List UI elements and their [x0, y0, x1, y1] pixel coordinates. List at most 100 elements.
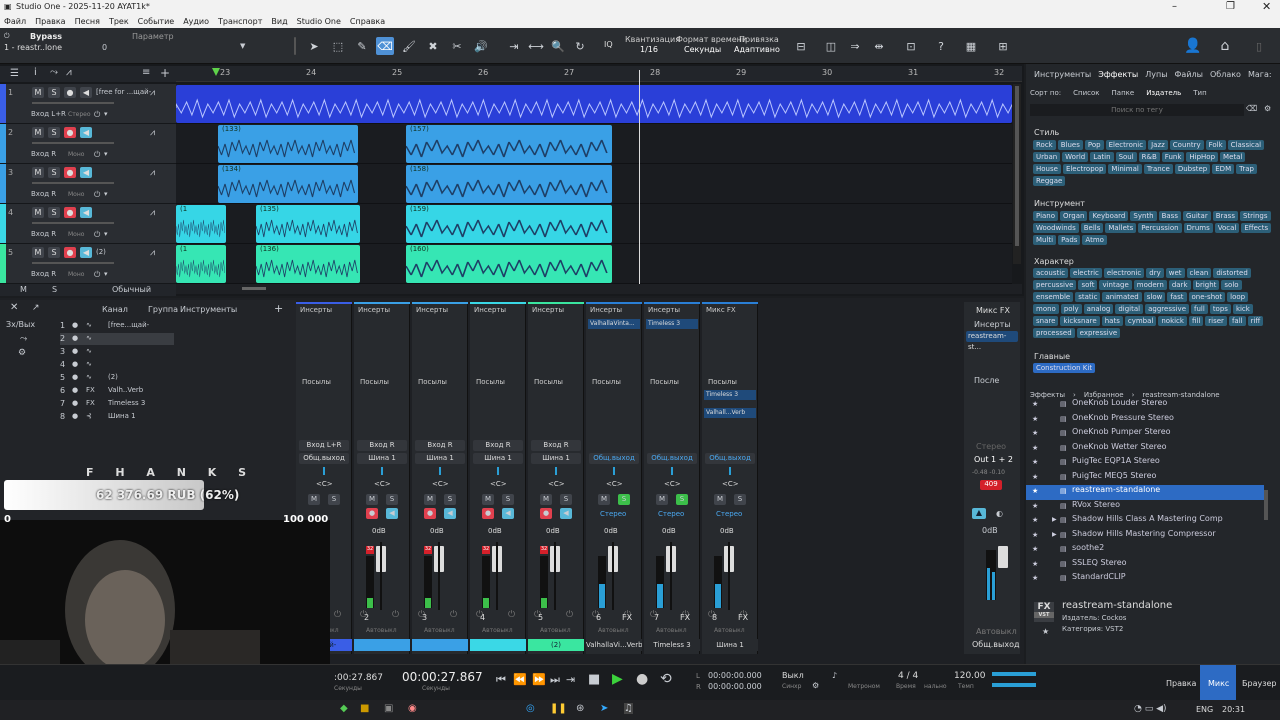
mute-button[interactable]: M: [32, 207, 44, 218]
plugin-list-item[interactable]: ★ ▤ soothe2: [1026, 543, 1264, 558]
mixer-solo-button[interactable]: S: [734, 494, 746, 505]
record-icon[interactable]: ●: [636, 671, 648, 687]
channel-list-item[interactable]: 7 ● FX Timeless 3: [60, 398, 174, 410]
solo-button[interactable]: S: [48, 247, 60, 258]
mixer-record-button[interactable]: ●: [424, 508, 436, 519]
timeformat-value[interactable]: Секунды: [684, 45, 721, 54]
track-volume-slider[interactable]: [32, 142, 114, 144]
channel-list-item[interactable]: 1 ● ∿ [free...щай-: [60, 320, 174, 332]
input-dropdown-icon[interactable]: ▾: [104, 110, 108, 118]
plugin-list-item[interactable]: ★ ▤ OneKnob Louder Stereo: [1026, 398, 1264, 413]
filter-tag[interactable]: Construction Kit: [1033, 363, 1096, 373]
vertical-scrollbar[interactable]: [1013, 84, 1021, 264]
favorite-star-icon[interactable]: ★: [1032, 516, 1038, 524]
tab-cloud[interactable]: Облако: [1210, 70, 1241, 84]
expand-arrow-icon[interactable]: ▶: [1052, 516, 1057, 523]
filter-tag[interactable]: Drums: [1183, 223, 1213, 233]
edit-view-button[interactable]: Правка: [1166, 679, 1196, 688]
sync-state[interactable]: Выкл: [782, 671, 804, 680]
master-clip-indicator[interactable]: 409: [980, 480, 1002, 490]
browse-view-button[interactable]: Браузер: [1242, 679, 1276, 688]
master-monitor-icon[interactable]: ▲: [972, 508, 986, 519]
metronome-icon[interactable]: ♪: [832, 671, 837, 680]
loop-start[interactable]: 00:00:00.000: [708, 671, 762, 680]
filter-tag[interactable]: clean: [1186, 268, 1212, 278]
filter-tag[interactable]: Bass: [1158, 211, 1181, 221]
cart-icon[interactable]: ▯: [1250, 37, 1268, 55]
peak-indicator[interactable]: 32: [540, 546, 548, 554]
favorite-star-icon[interactable]: ★: [1032, 458, 1038, 466]
grid-menu-icon[interactable]: ⊞: [994, 37, 1012, 55]
filter-tag[interactable]: mono: [1033, 304, 1059, 314]
sends-label[interactable]: Посылы: [418, 378, 447, 386]
arrow-tool-icon[interactable]: ➤: [305, 37, 323, 55]
filter-tag[interactable]: analog: [1083, 304, 1114, 314]
menu-file[interactable]: Файл: [4, 17, 26, 26]
taskbar-app5-icon[interactable]: ❚❚: [550, 703, 567, 714]
taskbar-clock[interactable]: 20:31: [1222, 705, 1245, 714]
menu-transport[interactable]: Транспорт: [218, 17, 262, 26]
plugin-list-item[interactable]: ★ ▤ RVox Stereo: [1026, 500, 1264, 515]
sends-label[interactable]: Посылы: [476, 378, 505, 386]
sends-label[interactable]: Посылы: [650, 378, 679, 386]
plugin-list-item[interactable]: ★ ▤ OneKnob Wetter Stereo: [1026, 442, 1264, 457]
follow-icon[interactable]: ↻: [571, 37, 589, 55]
filter-tag[interactable]: R&B: [1138, 152, 1160, 162]
filter-tag[interactable]: kick: [1232, 304, 1253, 314]
channel-input[interactable]: Вход R: [531, 440, 581, 451]
view-mode[interactable]: Обычный: [112, 285, 151, 294]
track-header[interactable]: 2 M S ● ◀ ⩘ Вход R Моно ⏻ ▾: [0, 124, 176, 164]
channel-list-item[interactable]: 8 ● ⊰ Шина 1: [60, 411, 174, 423]
track-header[interactable]: 3 M S ● ◀ ⩘ Вход R Моно ⏻ ▾: [0, 164, 176, 204]
minimize-icon[interactable]: –: [1172, 1, 1177, 12]
end-icon[interactable]: ⇥: [566, 673, 575, 686]
record-arm-button[interactable]: ●: [64, 247, 76, 258]
tab-files[interactable]: Файлы: [1175, 70, 1203, 84]
solo-button[interactable]: S: [48, 87, 60, 98]
filter-tag[interactable]: Blues: [1057, 140, 1083, 150]
channel-power-icon-2[interactable]: ⏻: [450, 610, 457, 620]
snap-grid-icon[interactable]: ⊟: [792, 37, 810, 55]
close-panel-icon[interactable]: ✕: [10, 302, 18, 313]
plugin-list-item[interactable]: ★ ▶ ▤ Shadow Hills Mastering Compressor: [1026, 529, 1264, 544]
track-lane[interactable]: (133) (157): [176, 124, 1012, 164]
track-mode[interactable]: Моно: [68, 191, 84, 198]
channel-name-label[interactable]: [412, 639, 468, 651]
filter-tag[interactable]: percussive: [1033, 280, 1077, 290]
track-mode[interactable]: Стерео: [68, 111, 91, 118]
track-mode[interactable]: Моно: [68, 271, 84, 278]
monitor-button[interactable]: ◀: [80, 87, 92, 98]
plugin-list-item[interactable]: ★ ▤ reastream-standalone: [1026, 485, 1264, 500]
preset-name[interactable]: 1 - reastr..lone: [4, 43, 62, 52]
play-icon[interactable]: ▶: [612, 671, 623, 687]
mixer-mute-button[interactable]: M: [540, 494, 552, 505]
channel-list-item[interactable]: 6 ● FX Valh..Verb: [60, 385, 174, 397]
sort-vendor[interactable]: Издатель: [1146, 89, 1181, 97]
mixer-mute-button[interactable]: M: [424, 494, 436, 505]
plugin-list-item[interactable]: ★ ▤ OneKnob Pumper Stereo: [1026, 427, 1264, 442]
track-name[interactable]: (2): [96, 248, 106, 256]
maximize-icon[interactable]: ❐: [1226, 1, 1235, 12]
master-insert[interactable]: Инсерты: [974, 320, 1011, 329]
filter-tag[interactable]: digital: [1115, 304, 1144, 314]
audio-clip[interactable]: (160): [406, 245, 612, 283]
peak-indicator[interactable]: 32: [366, 546, 374, 554]
favorite-star-icon[interactable]: ★: [1032, 531, 1038, 539]
video-icon[interactable]: ▦: [962, 37, 980, 55]
fader-track[interactable]: [612, 542, 614, 610]
filter-tag[interactable]: Pads: [1058, 235, 1081, 245]
add-track-icon[interactable]: +: [160, 66, 170, 80]
send-item[interactable]: Timeless 3: [704, 390, 756, 400]
split-view-icon[interactable]: ◫: [822, 37, 840, 55]
sends-label[interactable]: Посылы: [534, 378, 563, 386]
home-icon[interactable]: ⌂: [1216, 37, 1234, 55]
automation-icon[interactable]: ⩘: [66, 67, 72, 78]
plugin-list-item[interactable]: ★ ▤ PuigTec EQP1A Stereo: [1026, 456, 1264, 471]
filter-tag[interactable]: wet: [1165, 268, 1185, 278]
snap-value[interactable]: Адаптивно: [734, 45, 780, 54]
master-post[interactable]: После: [974, 376, 999, 385]
filter-tag[interactable]: fill: [1188, 316, 1204, 326]
mixer-solo-button[interactable]: S: [618, 494, 630, 505]
list-icon[interactable]: ≡: [142, 67, 150, 78]
pan-value[interactable]: <C>: [490, 480, 507, 488]
